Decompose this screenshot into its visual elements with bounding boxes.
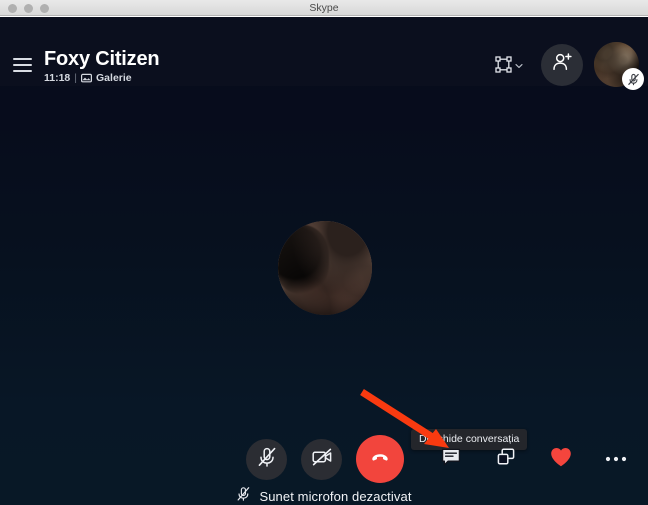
camera-muted-icon bbox=[311, 446, 333, 473]
open-chat-button[interactable] bbox=[430, 439, 471, 480]
share-screen-icon bbox=[495, 446, 517, 473]
header-actions bbox=[495, 42, 648, 90]
call-subtitle: 11:18 | Galerie bbox=[44, 72, 159, 84]
window-title: Skype bbox=[309, 2, 339, 14]
call-header: Foxy Citizen 11:18 | Galerie bbox=[0, 17, 648, 90]
microphone-muted-icon bbox=[256, 446, 278, 473]
hamburger-menu-icon[interactable] bbox=[13, 58, 32, 72]
gallery-icon bbox=[81, 73, 93, 83]
end-call-button[interactable] bbox=[356, 435, 404, 483]
call-controls-bar bbox=[246, 435, 636, 483]
window-titlebar: Skype bbox=[0, 0, 648, 16]
add-person-icon bbox=[551, 51, 573, 78]
self-avatar[interactable] bbox=[594, 42, 644, 90]
layout-frame-icon[interactable] bbox=[495, 56, 523, 74]
chat-bubble-icon bbox=[440, 446, 462, 473]
call-title-block: Foxy Citizen 11:18 | Galerie bbox=[44, 48, 160, 84]
skype-call-window: Skype Foxy Citizen 11:18 | Galerie Desch… bbox=[0, 0, 648, 505]
participant-avatar[interactable] bbox=[278, 221, 372, 315]
share-screen-button[interactable] bbox=[485, 439, 526, 480]
chevron-down-icon bbox=[515, 56, 523, 74]
end-call-icon bbox=[368, 445, 392, 474]
add-person-button[interactable] bbox=[541, 43, 583, 86]
call-duration: 11:18 bbox=[44, 72, 71, 84]
microphone-muted-icon bbox=[622, 68, 644, 90]
toggle-camera-button[interactable] bbox=[301, 438, 342, 480]
status-bar: Sunet microfon dezactivat bbox=[0, 486, 648, 505]
status-text: Sunet microfon dezactivat bbox=[259, 489, 412, 504]
more-horizontal-icon bbox=[605, 450, 627, 468]
call-stage: Foxy Citizen 11:18 | Galerie Deschide co… bbox=[0, 17, 648, 505]
more-options-button[interactable] bbox=[595, 439, 636, 480]
reaction-button[interactable] bbox=[540, 439, 581, 480]
page-title: Foxy Citizen bbox=[44, 48, 160, 70]
mute-microphone-button[interactable] bbox=[246, 438, 287, 480]
heart-icon bbox=[549, 446, 573, 473]
microphone-muted-icon bbox=[236, 486, 251, 505]
gallery-label[interactable]: Galerie bbox=[96, 72, 132, 84]
subtitle-separator: | bbox=[74, 72, 78, 84]
